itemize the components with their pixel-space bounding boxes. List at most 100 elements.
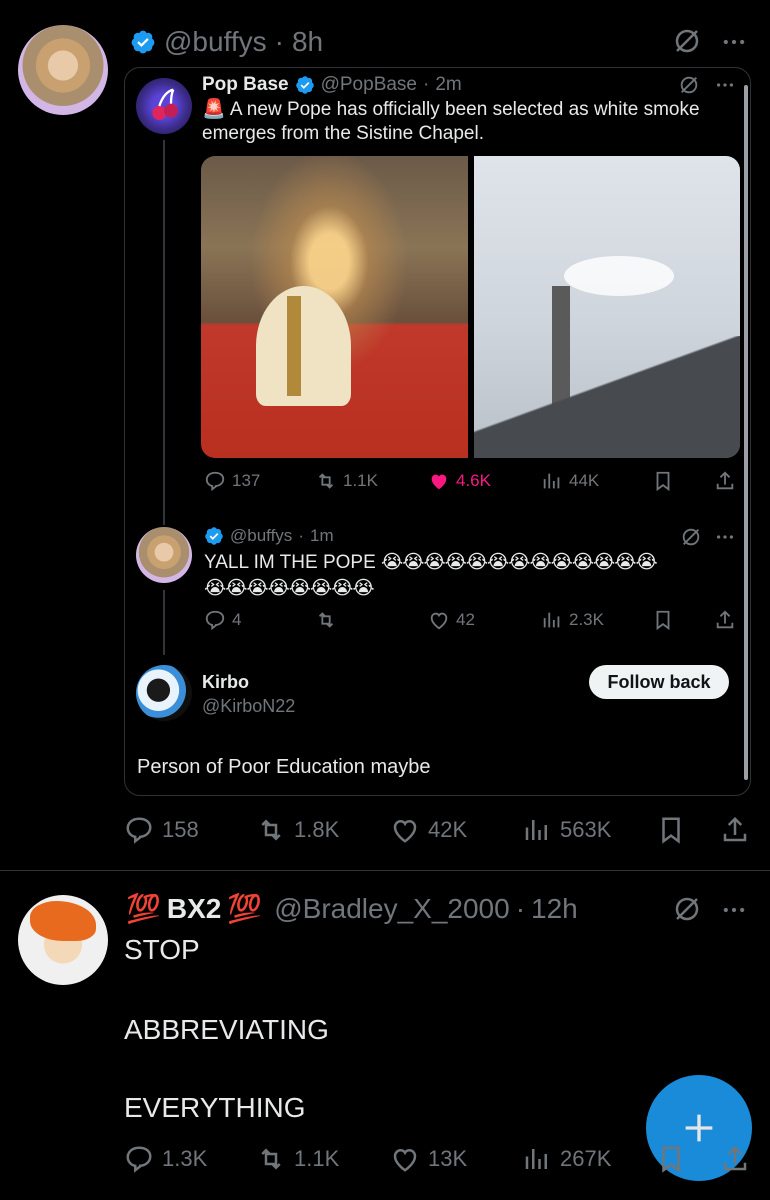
reply-count: 4 [232, 610, 242, 629]
repost-icon [261, 819, 281, 841]
avatar-buffys[interactable] [18, 25, 108, 115]
avatar-kirbo[interactable] [136, 665, 192, 721]
author-handle[interactable]: @buffys [230, 526, 292, 546]
more-options-icon[interactable] [714, 526, 736, 548]
grok-icon[interactable] [678, 74, 700, 96]
repost-count: 1.1K [343, 471, 378, 490]
cherry-logo-icon [152, 88, 178, 120]
reply-button[interactable]: 1.3K [124, 1144, 207, 1174]
grok-icon[interactable] [672, 894, 702, 924]
views-button[interactable]: 267K [522, 1144, 611, 1174]
author-handle[interactable]: @Bradley_X_2000 [274, 893, 509, 925]
author-handle[interactable]: @buffys [164, 26, 267, 58]
like-button[interactable]: 13K [390, 1144, 467, 1174]
mitre-stripe [287, 296, 301, 396]
plus-icon [685, 1114, 713, 1142]
thread-line [163, 590, 165, 655]
bookmark-icon[interactable] [656, 815, 686, 845]
verified-badge-icon [295, 76, 314, 94]
photo-chimney-smoke[interactable] [474, 156, 740, 458]
like-button[interactable]: 4.6K [428, 470, 491, 492]
share-icon[interactable] [714, 609, 736, 631]
views-icon [525, 1149, 547, 1169]
hundred-emoji-icon: 💯 [227, 893, 263, 924]
kirbo-handle[interactable]: @KirboN22 [202, 696, 295, 717]
bookmark-icon[interactable] [652, 470, 674, 492]
quote-text: 🚨 A new Pope has officially been selecte… [202, 98, 737, 146]
reply-button[interactable]: 158 [124, 815, 199, 845]
repost-icon [318, 612, 334, 628]
repost-button[interactable] [315, 609, 337, 631]
grok-icon[interactable] [680, 526, 702, 548]
repost-icon [318, 473, 334, 489]
repost-count: 1.8K [294, 817, 340, 842]
reply-count: 1.3K [162, 1146, 208, 1171]
share-icon[interactable] [720, 815, 750, 845]
more-options-icon[interactable] [720, 896, 748, 924]
heart-outline-icon [430, 612, 448, 630]
tweet-time[interactable]: 2m [435, 74, 461, 96]
views-button[interactable]: 563K [522, 815, 611, 845]
repost-button[interactable]: 1.8K [256, 815, 339, 845]
like-count: 42K [428, 817, 468, 842]
tweet2-line1: STOP [124, 934, 200, 965]
tweet-divider [0, 870, 770, 871]
bookmark-icon[interactable] [652, 609, 674, 631]
more-options-icon[interactable] [714, 74, 736, 96]
share-icon[interactable] [714, 470, 736, 492]
avatar-buffys[interactable] [136, 527, 192, 583]
verified-badge-icon [131, 30, 155, 54]
bookmark-icon[interactable] [656, 1144, 686, 1174]
tweet2-header: 💯 BX2 💯 @Bradley_X_2000 · 12h [126, 892, 578, 925]
views-icon [543, 612, 560, 628]
avatar-popbase[interactable] [136, 78, 192, 134]
like-button[interactable]: 42 [428, 609, 475, 631]
author-name[interactable]: Pop Base [202, 74, 289, 96]
like-button[interactable]: 42K [390, 815, 467, 845]
hundred-emoji-icon: 💯 [126, 893, 161, 924]
separator-dot: · [274, 26, 284, 57]
avatar-bx2[interactable] [18, 895, 108, 985]
author-name[interactable]: BX2 [167, 893, 221, 925]
tweet-time[interactable]: 8h [292, 26, 323, 58]
share-icon[interactable] [720, 1144, 750, 1174]
repost-button[interactable]: 1.1K [256, 1144, 339, 1174]
verified-badge-icon [205, 527, 223, 545]
alert-emoji: 🚨 [202, 99, 226, 120]
reply-icon [205, 610, 225, 631]
kirbo-bio: Person of Poor Education maybe [137, 756, 431, 778]
heart-outline-icon [393, 819, 417, 843]
like-count: 42 [456, 610, 475, 629]
grok-icon[interactable] [672, 26, 702, 56]
roof-shape [474, 336, 740, 458]
separator-dot: · [298, 526, 304, 545]
views-count: 563K [560, 817, 612, 842]
kirbo-name[interactable]: Kirbo [202, 672, 249, 693]
views-count: 267K [560, 1146, 612, 1171]
separator-dot: · [423, 74, 430, 95]
repost-count: 1.1K [294, 1146, 340, 1171]
reply-button[interactable]: 4 [204, 609, 241, 631]
follow-back-button[interactable]: Follow back [589, 665, 729, 699]
more-options-icon[interactable] [720, 28, 748, 56]
views-button[interactable]: 2.3K [541, 609, 604, 631]
tweet-time[interactable]: 1m [310, 526, 334, 546]
scrollbar[interactable] [744, 85, 748, 780]
views-button[interactable]: 44K [541, 470, 599, 492]
tweet-time[interactable]: 12h [531, 893, 578, 925]
reply-icon [126, 1146, 152, 1173]
like-count: 13K [428, 1146, 468, 1171]
smoke-shape [564, 256, 674, 296]
heart-filled-icon [431, 474, 447, 490]
photo-cardinals[interactable] [201, 156, 468, 458]
reply-icon [126, 817, 152, 844]
mitre-shape [256, 286, 351, 406]
tweet2-line3: EVERYTHING [124, 1092, 306, 1123]
tweet-header: @buffys · 8h [130, 26, 323, 58]
crying-emoji-row2: 😭😭😭😭😭😭😭😭 [204, 578, 375, 599]
reply-button[interactable]: 137 [204, 470, 260, 492]
repost-button[interactable]: 1.1K [315, 470, 378, 492]
views-count: 44K [569, 471, 600, 490]
views-icon [525, 820, 547, 840]
author-handle[interactable]: @PopBase [321, 74, 417, 96]
